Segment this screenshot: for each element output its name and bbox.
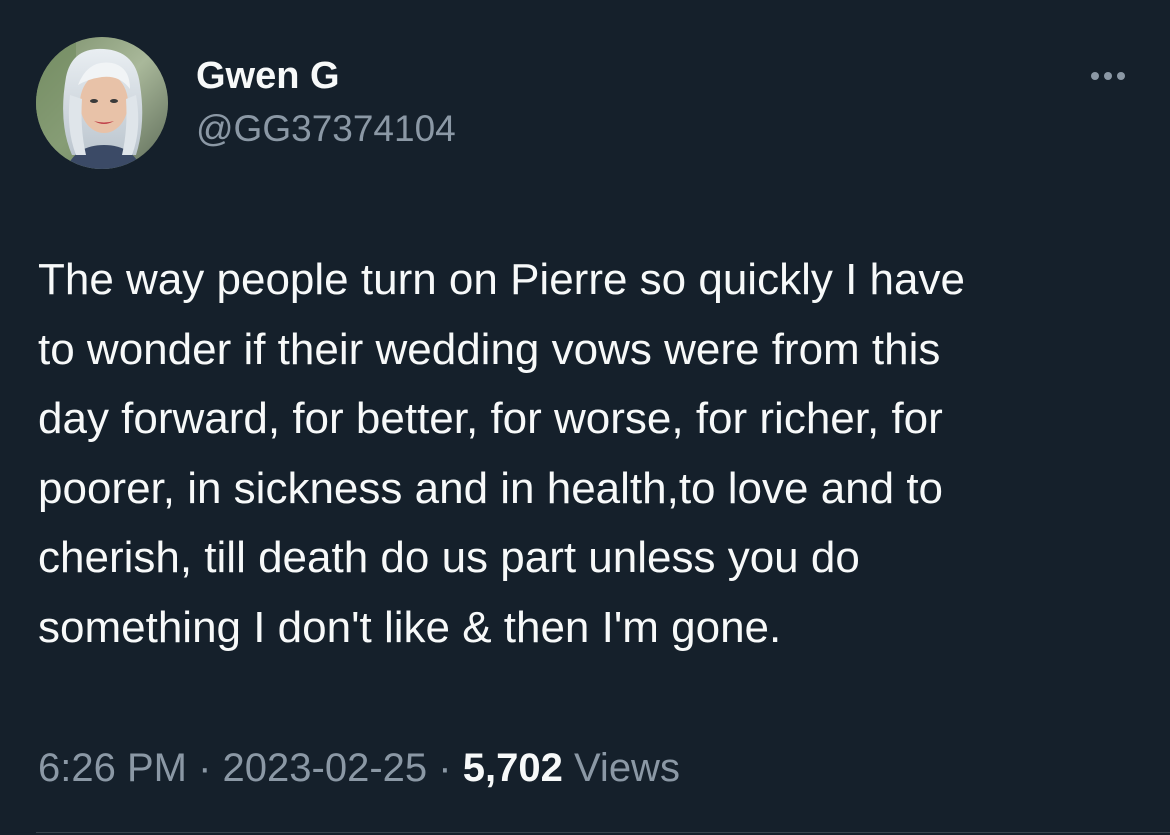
avatar[interactable] <box>36 37 168 169</box>
views-label: Views <box>573 746 680 790</box>
tweet-metadata: 6:26 PM · 2023-02-25 · 5,702 Views <box>38 740 680 796</box>
author-handle[interactable]: @GG37374104 <box>196 105 456 153</box>
separator: · <box>438 746 452 790</box>
more-horizontal-icon <box>1091 72 1099 80</box>
divider <box>36 832 1170 833</box>
more-options-button[interactable] <box>1080 58 1136 94</box>
separator: · <box>198 746 212 790</box>
views-count[interactable]: 5,702 <box>463 746 563 790</box>
more-horizontal-icon <box>1117 72 1125 80</box>
tweet-time[interactable]: 6:26 PM <box>38 746 187 790</box>
more-horizontal-icon <box>1104 72 1112 80</box>
tweet-text: The way people turn on Pierre so quickly… <box>38 255 965 652</box>
profile-photo-icon <box>36 37 168 169</box>
tweet-date[interactable]: 2023-02-25 <box>223 746 428 790</box>
tweet: Gwen G @GG37374104 The way people turn o… <box>0 0 1170 835</box>
author-display-name[interactable]: Gwen G <box>196 52 340 100</box>
